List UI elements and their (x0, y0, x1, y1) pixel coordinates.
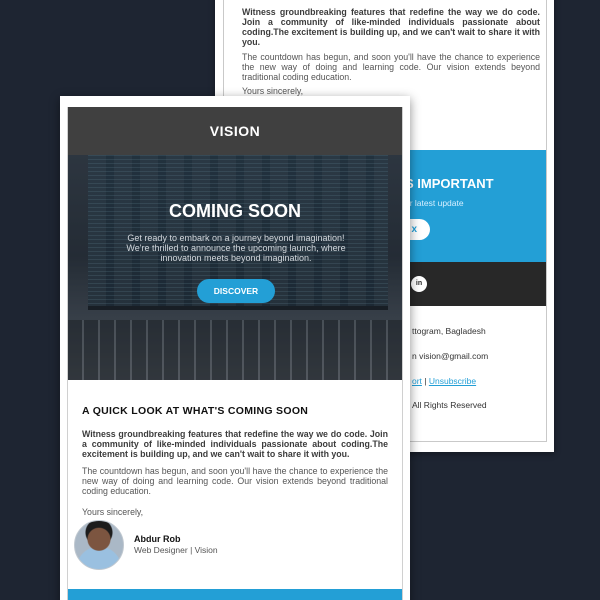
back-address: ttogram, Bagladesh (412, 326, 486, 336)
front-paragraph: The countdown has begun, and soon you'll… (82, 466, 388, 496)
signer-name: Abdur Rob (134, 534, 181, 544)
hero-section: COMING SOON Get ready to embark on a jou… (68, 155, 402, 380)
signature-block: Abdur Rob Web Designer | Vision (74, 520, 388, 574)
back-support-link[interactable]: ort (412, 376, 422, 386)
back-banner-title: S IMPORTANT (405, 176, 494, 191)
hero-overlay (68, 155, 402, 380)
brand-header: VISION (68, 107, 402, 155)
back-sign-off: Yours sincerely, (242, 86, 304, 96)
avatar (74, 520, 124, 570)
email-front-inner: VISION COMING SOON Get ready to embark o… (67, 107, 403, 600)
hero-title: COMING SOON (168, 201, 301, 221)
back-links: ort | Unsubscribe (412, 376, 476, 386)
back-body-text: Witness groundbreaking features that red… (242, 7, 540, 82)
unsubscribe-link[interactable]: Unsubscribe (429, 376, 476, 386)
linkedin-icon[interactable]: in (411, 276, 427, 292)
front-bottom-banner (68, 589, 402, 600)
back-banner-subtitle: ur latest update (405, 198, 464, 208)
front-body: A QUICK LOOK AT WHAT'S COMING SOON Witne… (68, 405, 402, 574)
hero-subtitle: Get ready to embark on a journey beyond … (126, 233, 346, 263)
front-sign-off: Yours sincerely, (82, 507, 144, 517)
back-rights: All Rights Reserved (412, 400, 487, 410)
signer-role: Web Designer | Vision (134, 545, 218, 555)
discover-button[interactable]: DISCOVER (197, 279, 275, 303)
back-link-separator: | (421, 376, 429, 386)
email-preview-front: VISION COMING SOON Get ready to embark o… (60, 96, 410, 600)
back-bold-text: Witness groundbreaking features that red… (242, 7, 540, 47)
section-title: A QUICK LOOK AT WHAT'S COMING SOON (82, 405, 309, 417)
back-email: n vision@gmail.com (412, 351, 489, 361)
back-paragraph: The countdown has begun, and soon you'll… (242, 52, 540, 82)
front-bold-text: Witness groundbreaking features that red… (82, 429, 388, 459)
